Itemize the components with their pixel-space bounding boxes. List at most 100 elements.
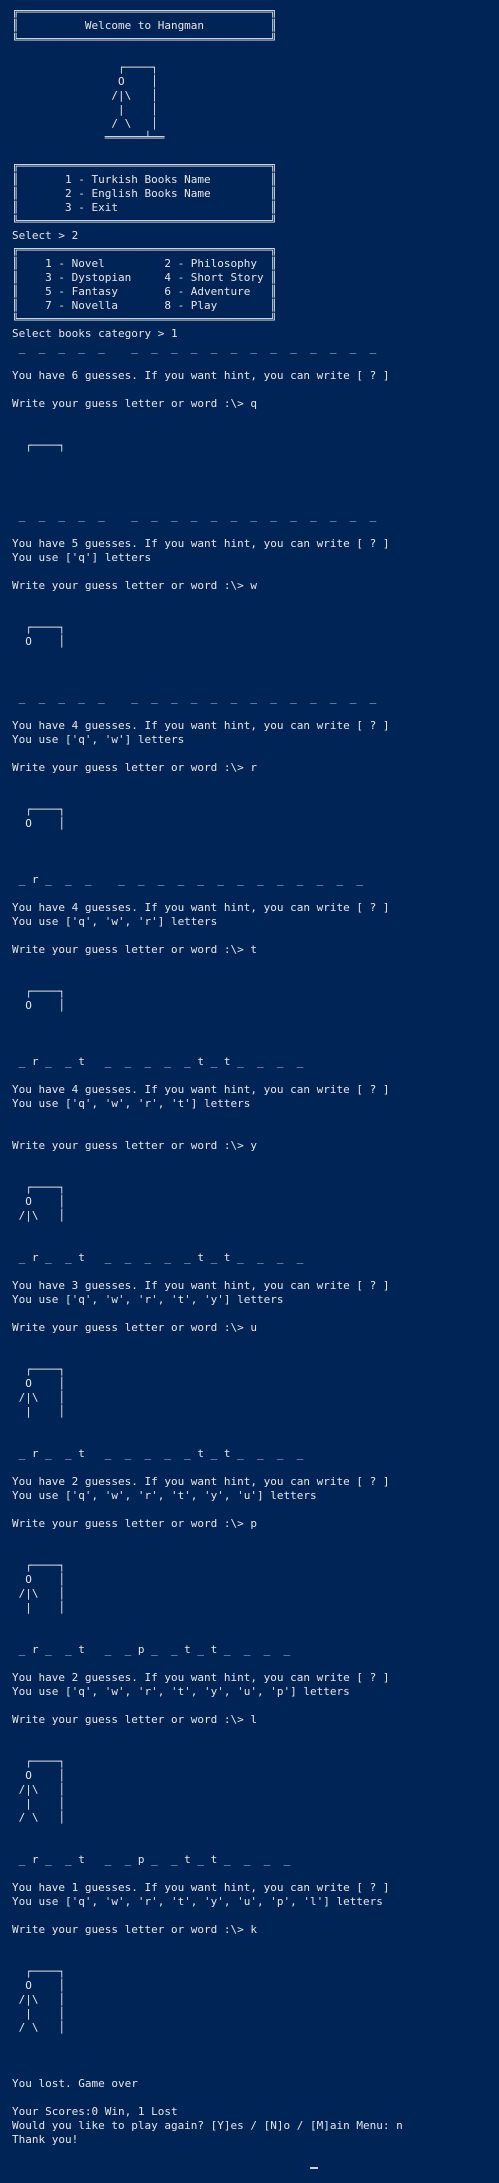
- console-line: Select > 2: [12, 229, 79, 242]
- console-line: ╚══════════════════════════════════════╝: [12, 313, 277, 326]
- console-line: Write your guess letter or word :\> p: [12, 1517, 258, 1530]
- console-line: /|\ │: [12, 1587, 65, 1600]
- console-line: ╚══════════════════════════════════════╝: [12, 33, 277, 46]
- console-line: Write your guess letter or word :\> l: [12, 1713, 258, 1726]
- console-line: ╔══════════════════════════════════════╗: [12, 5, 277, 18]
- console-line: ┌────┐: [12, 985, 65, 998]
- console-line: | │: [12, 2007, 65, 2020]
- console-line: O │: [12, 75, 158, 88]
- console-line: You have 1 guesses. If you want hint, yo…: [12, 1881, 390, 1894]
- console-line: ┌────┐: [12, 1363, 65, 1376]
- console-line: You use ['q', 'w', 'r', 't', 'y'] letter…: [12, 1293, 284, 1306]
- console-line: /|\ │: [12, 1993, 65, 2006]
- console-line: You use ['q', 'w'] letters: [12, 733, 185, 746]
- console-line: Would you like to play again? [Y]es / [N…: [12, 2119, 403, 2132]
- console-line: Select books category > 1: [12, 327, 178, 340]
- console-line: _ r _ _ t _ _ _ _ _ t _ t _ _ _ _: [12, 1251, 304, 1264]
- console-line: ┌────┐: [12, 61, 158, 74]
- console-line: Your Scores:0 Win, 1 Lost: [12, 2105, 178, 2118]
- console-line: Write your guess letter or word :\> r: [12, 761, 258, 774]
- console-line: You use ['q', 'w', 'r'] letters: [12, 915, 218, 928]
- console-line: You have 4 guesses. If you want hint, yo…: [12, 901, 390, 914]
- console-line: _ r _ _ t _ _ _ _ _ t _ t _ _ _ _: [12, 1447, 304, 1460]
- console-line: You use ['q', 'w', 'r', 't', 'y', 'u', '…: [12, 1895, 383, 1908]
- console-line: /|\ │: [12, 1783, 65, 1796]
- console-line: ║ 5 - Fantasy 6 - Adventure ║: [12, 285, 277, 298]
- console-line: _ _ _ _ _ _ _ _ _ _ _ _ _ _ _ _ _ _: [12, 691, 377, 704]
- console-line: You lost. Game over: [12, 2077, 138, 2090]
- console-line: You have 2 guesses. If you want hint, yo…: [12, 1671, 390, 1684]
- console-line: Thank you!: [12, 2133, 79, 2146]
- console-line: ║ 1 - Novel 2 - Philosophy ║: [12, 257, 277, 270]
- console-line: ╚══════════════════════════════════════╝: [12, 215, 277, 228]
- console-line: ┌────┐: [12, 621, 65, 634]
- console-line: You have 3 guesses. If you want hint, yo…: [12, 1279, 390, 1292]
- console-line: | │: [12, 1601, 65, 1614]
- console-line: Write your guess letter or word :\> t: [12, 943, 258, 956]
- console-line: / \ │: [12, 117, 158, 130]
- console-line: You have 5 guesses. If you want hint, yo…: [12, 537, 390, 550]
- console-line: You use ['q', 'w', 'r', 't', 'y', 'u', '…: [12, 1685, 350, 1698]
- console-line: You have 2 guesses. If you want hint, yo…: [12, 1475, 390, 1488]
- console-line: O │: [12, 817, 65, 830]
- console-line: Write your guess letter or word :\> w: [12, 579, 258, 592]
- console-line: ╔══════════════════════════════════════╗: [12, 243, 277, 256]
- console-line: ┌────┐: [12, 439, 65, 452]
- console-line: You use ['q', 'w', 'r', 't', 'y', 'u'] l…: [12, 1489, 317, 1502]
- console-line: ┌────┐: [12, 803, 65, 816]
- terminal-console[interactable]: ╔══════════════════════════════════════╗…: [0, 0, 499, 2183]
- console-line: You have 6 guesses. If you want hint, yo…: [12, 369, 390, 382]
- console-line: _ r _ _ _ _ _ _ _ _ _ _ _ _ _ _ _ _: [12, 873, 363, 886]
- console-line: You have 4 guesses. If you want hint, yo…: [12, 1083, 390, 1096]
- console-line: Write your guess letter or word :\> k: [12, 1923, 258, 1936]
- console-line: /|\ │: [12, 1209, 65, 1222]
- console-line: | │: [12, 1797, 65, 1810]
- console-line: Write your guess letter or word :\> y: [12, 1139, 258, 1152]
- console-line: ┌────┐: [12, 1559, 65, 1572]
- console-line: O │: [12, 1979, 65, 1992]
- console-line: ┌────┐: [12, 1755, 65, 1768]
- console-output: ╔══════════════════════════════════════╗…: [12, 5, 499, 2147]
- console-line: ╔══════════════════════════════════════╗: [12, 159, 277, 172]
